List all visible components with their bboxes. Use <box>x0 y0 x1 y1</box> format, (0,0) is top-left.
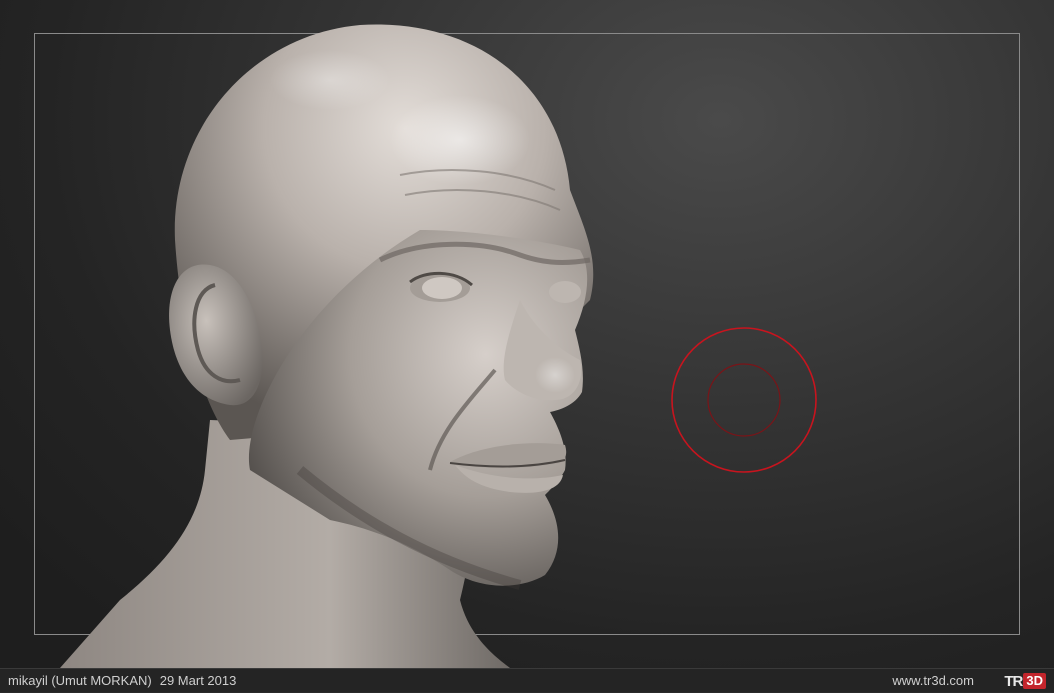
brush-cursor-icon <box>671 327 817 473</box>
author-credit: mikayil (Umut MORKAN) 29 Mart 2013 <box>8 669 236 692</box>
post-date: 29 Mart 2013 <box>159 673 237 688</box>
viewport-canvas[interactable] <box>0 0 1054 668</box>
author-name: mikayil (Umut MORKAN) <box>8 673 152 688</box>
watermark-footer: mikayil (Umut MORKAN) 29 Mart 2013 www.tr… <box>0 668 1054 692</box>
site-url: www.tr3d.com <box>892 673 974 688</box>
tr3d-logo-icon: TR 3D <box>1004 672 1046 690</box>
